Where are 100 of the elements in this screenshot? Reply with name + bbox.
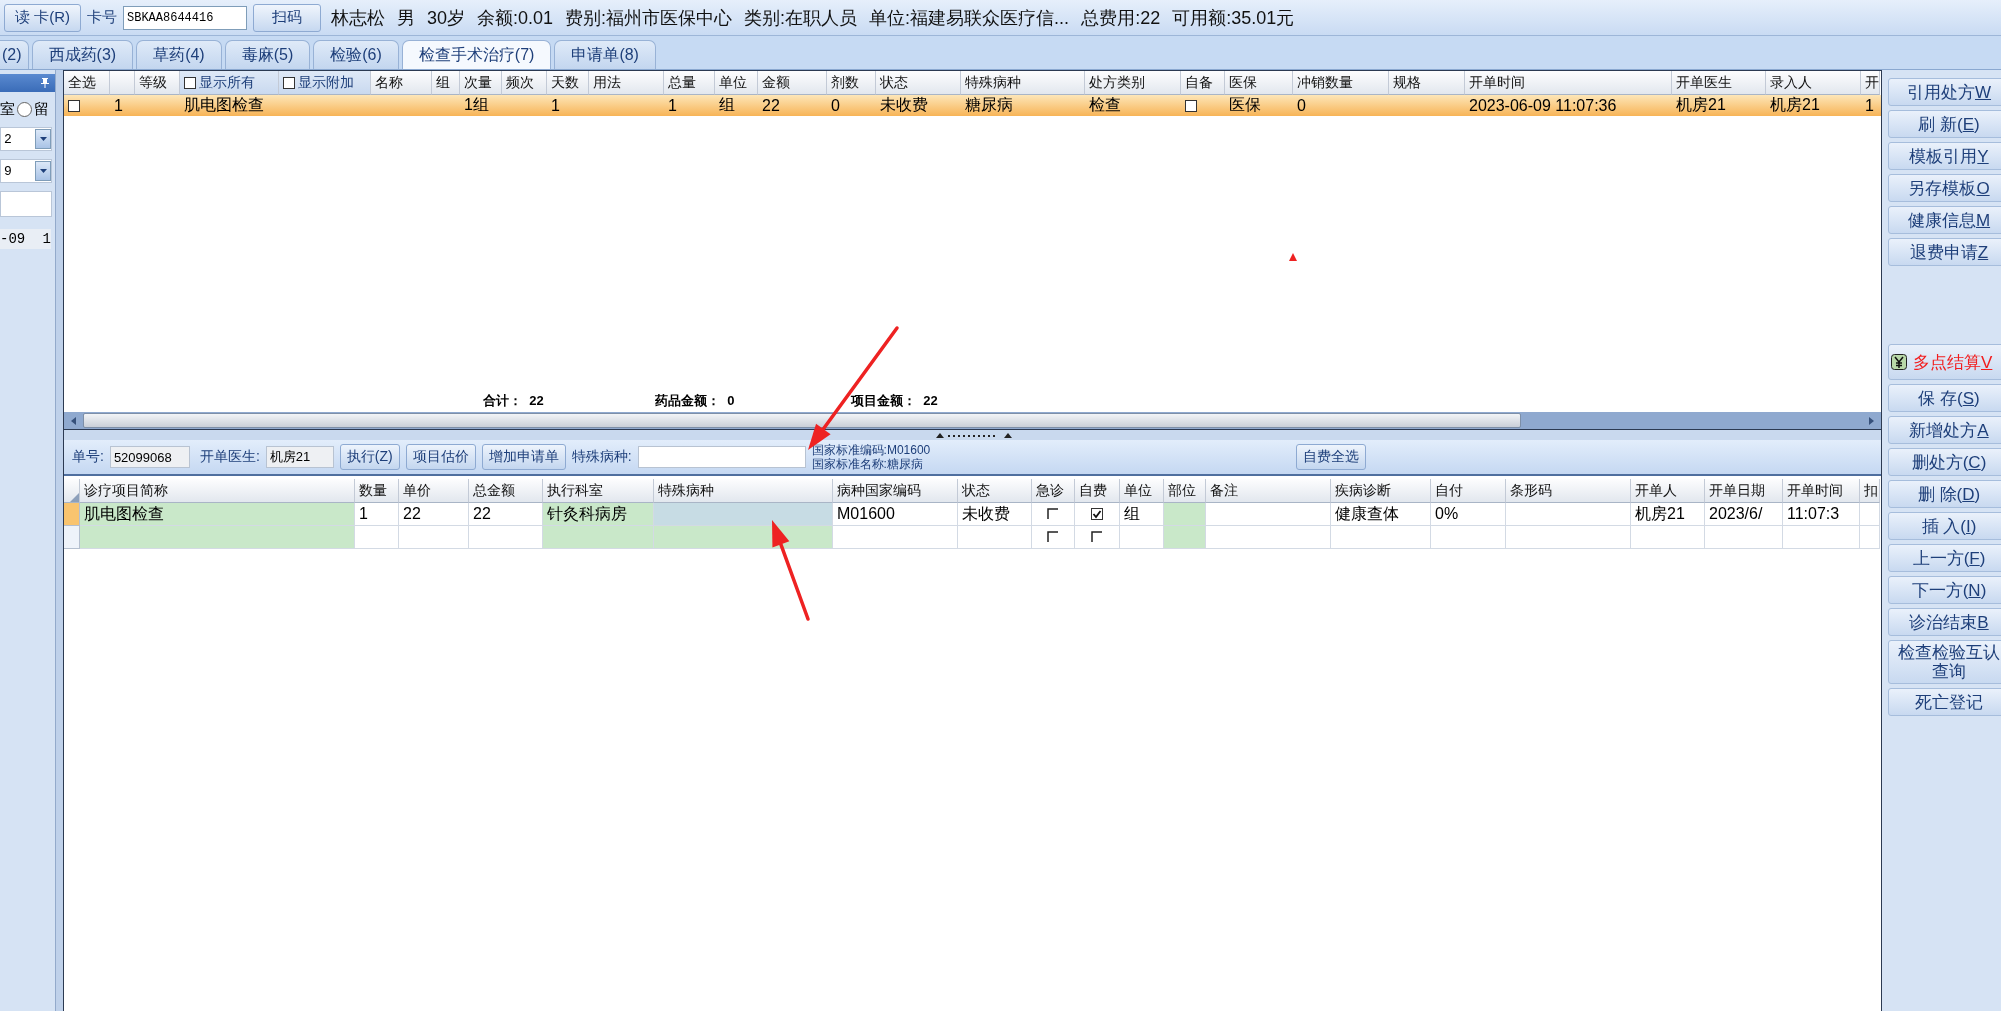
column-header: 处方类别 (1085, 71, 1181, 95)
side-button[interactable]: 健康信息M (1888, 206, 2001, 234)
doctor-field[interactable]: 机房21 (265, 446, 334, 468)
input-field[interactable] (0, 191, 52, 217)
side-button[interactable]: 新增处方A (1888, 416, 2001, 444)
column-header: 全选 (64, 71, 110, 95)
tab[interactable]: 毒麻(5) (224, 40, 311, 69)
table-cell: 1 (551, 96, 560, 115)
patient-info-text: 林志松 (331, 6, 385, 30)
table-cell (1164, 503, 1206, 526)
column-header: 医保 (1225, 71, 1293, 95)
select-all-self-pay-button[interactable]: 自费全选 (1296, 444, 1367, 470)
toolbar-button[interactable]: 项目估价 (405, 444, 476, 470)
table-cell: 机房21 (1631, 503, 1705, 526)
checkbox[interactable] (1047, 508, 1059, 520)
side-button[interactable]: 退费申请Z (1888, 238, 2001, 266)
read-card-button[interactable]: 读 卡(R) (4, 3, 81, 32)
column-header: 条形码 (1506, 479, 1631, 503)
column-header: 开单日期 (1705, 479, 1783, 503)
side-button[interactable]: 模板引用Y (1888, 142, 2001, 170)
column-header: 用法 (589, 71, 664, 95)
national-code-text: 国家标准编码:M01600 (811, 443, 931, 457)
table-cell-text: 检查 (1089, 95, 1121, 115)
table-cell: 组 (1120, 503, 1164, 526)
column-option-label: 显示所有 (199, 73, 255, 92)
table-cell-text: 组 (719, 95, 735, 115)
dropdown-arrow-icon (39, 137, 47, 141)
card-number-field[interactable]: SBKAA8644416 (123, 5, 247, 30)
tab[interactable]: 草药(4) (136, 40, 222, 69)
table-cell: 未收费 (958, 503, 1032, 526)
table-cell: M01600 (833, 503, 958, 526)
checkbox[interactable] (1047, 531, 1059, 543)
radio-button[interactable] (17, 102, 32, 117)
side-button[interactable]: 检查检验互认查询 (1888, 640, 2001, 684)
checkbox[interactable] (1091, 508, 1103, 520)
table-cell-text: 糖尿病 (965, 95, 1013, 115)
checkbox[interactable] (283, 76, 295, 89)
side-button[interactable]: 引用处方W (1888, 78, 2001, 106)
special-disease-label: 特殊病种: (571, 448, 632, 466)
side-button[interactable]: 保 存(S) (1888, 384, 2001, 412)
column-header: 备注 (1206, 479, 1331, 503)
column-header: 金额 (758, 71, 827, 95)
checkbox[interactable] (1185, 99, 1197, 112)
side-button[interactable]: 诊治结束B (1888, 608, 2001, 636)
tab[interactable]: 申请单(8) (554, 40, 656, 69)
dropdown-arrow-icon (39, 169, 47, 173)
column-header: 数量 (355, 479, 399, 503)
table-cell: 22 (469, 503, 543, 526)
tab[interactable]: (2) (0, 40, 29, 69)
option-label: 室 (0, 100, 15, 119)
table-cell (355, 526, 399, 549)
table-cell: 1 (355, 503, 399, 526)
column-header: 天数 (547, 71, 589, 95)
list-text: 1 (42, 231, 51, 247)
patient-info-text: 30岁 (427, 6, 466, 30)
tab[interactable]: 检查手术治疗(7) (401, 40, 552, 69)
table-cell: 0 (1297, 96, 1306, 115)
dropdown[interactable]: 2 (0, 127, 52, 151)
checkbox[interactable] (1091, 531, 1103, 543)
side-button[interactable]: 上一方(F) (1888, 544, 2001, 572)
summary-text: 合计： 22 (483, 392, 545, 410)
side-button[interactable]: 删 除(D) (1888, 480, 2001, 508)
checkbox[interactable] (68, 99, 80, 112)
pin-icon[interactable] (41, 78, 49, 88)
column-header: 状态 (958, 479, 1032, 503)
column-header: 急诊 (1032, 479, 1075, 503)
side-button[interactable]: 死亡登记 (1888, 688, 2001, 716)
table-cell: 11:07:3 (1783, 503, 1860, 526)
patient-info-text: 类别:在职人员 (744, 6, 858, 30)
column-header: 等级 (135, 71, 180, 95)
table-cell: 22 (399, 503, 469, 526)
special-disease-field[interactable] (637, 446, 806, 468)
column-header: 特殊病种 (961, 71, 1085, 95)
dropdown[interactable]: 9 (0, 159, 52, 183)
scrollbar-thumb[interactable] (83, 413, 1521, 428)
scan-button[interactable]: 扫码 (253, 3, 321, 32)
table-cell (399, 526, 469, 549)
order-number-label: 单号: (72, 448, 104, 466)
horizontal-scrollbar[interactable] (64, 412, 1881, 429)
toolbar-button[interactable]: 增加申请单 (481, 444, 566, 470)
column-header: 冲销数量 (1293, 71, 1389, 95)
checkbox[interactable] (184, 76, 196, 89)
toolbar-button[interactable]: 执行(Z) (339, 444, 400, 470)
table-cell-text: 未收费 (880, 95, 928, 115)
tab[interactable]: 检验(6) (313, 40, 399, 69)
tab[interactable]: 西成药(3) (31, 40, 134, 69)
side-button[interactable]: 删处方(C) (1888, 448, 2001, 476)
side-button[interactable]: 另存模板O (1888, 174, 2001, 202)
splitter-grip-icon[interactable] (936, 431, 1012, 439)
side-button[interactable]: 下一方(N) (1888, 576, 2001, 604)
side-button[interactable]: 插 入(I) (1888, 512, 2001, 540)
summary-text: 药品金额： 0 (655, 392, 736, 410)
order-number-field[interactable]: 52099068 (109, 446, 190, 468)
table-cell (1164, 526, 1206, 549)
side-button[interactable]: 刷 新(E) (1888, 110, 2001, 138)
current-cell[interactable] (654, 503, 833, 526)
table-row[interactable]: 1 肌电图检查 1组 1 1 组 22 0 未收费 糖尿病 检查 医保 0 2023-06-09 11:07:36 机房21 机房21 1 (64, 95, 1881, 116)
triangle-marker-icon (1289, 253, 1297, 261)
column-header: 开单时间 (1783, 479, 1860, 503)
table-cell-text: 机房21 (1770, 95, 1820, 115)
